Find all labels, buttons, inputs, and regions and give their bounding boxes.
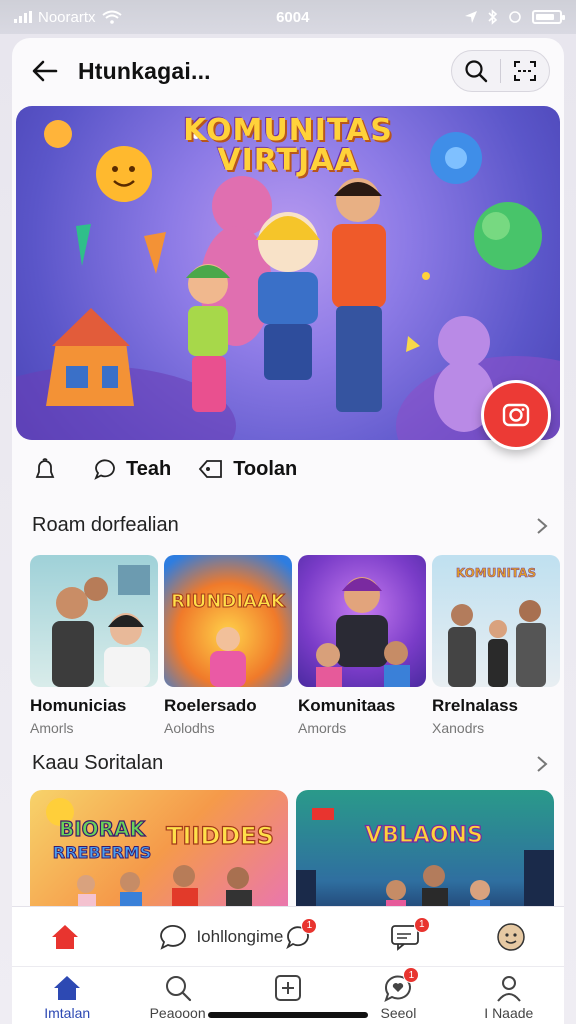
nav-profile[interactable]: I Naade [454,967,564,1024]
community-card[interactable]: RIUNDIAAK Roelersado Aolodhs [164,555,292,736]
tab-chat[interactable]: Iohllongime 1 [118,917,352,951]
community-card[interactable]: Homunicias Amorls [30,555,158,736]
tab-messages[interactable]: 1 [352,916,458,951]
featured-card[interactable]: VBLAONS [296,790,554,920]
card-subtitle: Amorls [30,720,74,736]
app-screen: Htunkagai... KOMUNITAS VIRTJAA Teah Tool… [12,38,564,1024]
page-title: Htunkagai... [78,57,211,84]
scan-button[interactable] [501,51,549,91]
search-icon [465,60,488,83]
search-button[interactable] [452,51,500,91]
section-title-2: Kaau Soritalan [32,752,164,774]
card-thumbnail: RIUNDIAAK [164,555,292,687]
community-card[interactable]: Komunitaas Amords [298,555,426,736]
chevron-right-icon [537,755,548,772]
camera-button[interactable] [481,380,551,450]
carrier-label: Noorartx [38,8,96,26]
top-bar: Htunkagai... [12,38,564,104]
card-title: Roelersado [164,696,257,715]
svg-text:RIUNDIAAK: RIUNDIAAK [171,591,286,612]
featured-art: BIORAK RREBERMS TIIDDES [46,798,274,920]
family-photo: KOMUNITAS [448,566,546,687]
like-button[interactable] [32,456,66,482]
featured-art-line3: TIIDDES [166,822,274,850]
nav-profile-label: I Naade [484,1005,534,1021]
chevron-right-icon [537,517,548,534]
featured-art: VBLAONS [296,808,554,920]
hero-title: KOMUNITAS VIRTJAA [16,116,560,176]
card-row-1: Homunicias Amorls RIUNDIAAK Roelersado A… [30,555,560,736]
tab-home[interactable] [12,923,118,951]
nav-activity-label: Seeol [380,1005,417,1021]
community-card[interactable]: KOMUNITAS Rrelnalass Xanodrs [432,555,560,736]
chat-tab-label: Iohllongime [196,926,284,946]
card-title: Komunitaas [298,696,396,715]
action-row: Teah Toolan [32,456,297,482]
nav-home-label: Imtalan [44,1005,91,1021]
hero-banner[interactable]: KOMUNITAS VIRTJAA [16,106,560,440]
card-title: Rrelnalass [432,696,518,715]
card-subtitle: Aolodhs [164,720,215,736]
status-bar: Noorartx 6004 [0,0,576,34]
location-icon [465,11,477,23]
tab-profile[interactable] [458,922,564,952]
featured-art-line1: VBLAONS [365,823,483,848]
card-thumbnail [298,555,426,687]
event-poster: RIUNDIAAK [171,591,286,687]
card-subtitle: Xanodrs [432,720,485,736]
battery-icon [532,10,565,24]
user-icon [497,976,521,1002]
speech-bubble-icon [160,924,187,950]
hero-title-line2: VIRTJAA [217,143,359,178]
featured-art-line1: BIORAK [59,817,147,841]
bell-icon [35,458,55,478]
camera-icon [502,403,530,427]
section-header-2[interactable]: Kaau Soritalan [32,752,548,775]
bluetooth-icon [488,9,498,25]
group-photo [316,577,410,687]
bottom-nav: Imtalan Peaooon 1 Seeol I Naade [12,966,564,1024]
arrow-left-icon [32,60,58,82]
hero-title-line1: KOMUNITAS [183,113,393,148]
notification-badge: 1 [413,916,430,933]
card-row-2: BIORAK RREBERMS TIIDDES VBLAONS [30,790,554,920]
clock: 6004 [276,8,310,26]
plus-square-icon [275,975,302,1001]
featured-art-line2: RREBERMS [53,843,151,862]
chat-bubble-icon [94,459,115,480]
featured-card[interactable]: BIORAK RREBERMS TIIDDES [30,790,288,920]
alarm-icon [509,11,521,23]
notification-badge: 1 [301,917,318,934]
wifi-icon [101,10,122,24]
card-thumbnail [30,555,158,687]
nav-search-label: Peaooon [149,1005,206,1021]
card-subtitle: Amords [298,720,347,736]
section-header-1[interactable]: Roam dorfealian [32,514,548,537]
card-thumbnail: KOMUNITAS [432,555,560,687]
comment-label: Teah [126,457,172,480]
search-icon [165,976,191,1002]
scan-icon [514,61,536,81]
comment-button[interactable]: Teah [92,456,171,482]
avatar-icon [497,922,525,951]
home-indicator [208,1012,368,1018]
card-title: Homunicias [30,696,127,715]
signal-icon [14,11,32,23]
notification-badge: 1 [403,967,420,983]
section-title-1: Roam dorfealian [32,514,179,536]
nav-home[interactable]: Imtalan [12,967,122,1024]
share-button[interactable]: Toolan [197,456,297,482]
svg-text:KOMUNITAS: KOMUNITAS [456,566,536,580]
share-label: Toolan [233,457,298,480]
top-actions [451,50,550,92]
home-icon [52,924,79,949]
back-button[interactable] [28,54,62,88]
home-icon [54,976,81,1000]
share-icon [199,460,223,478]
secondary-tab-row: Iohllongime 1 1 [12,906,564,966]
family-photo [52,565,150,687]
